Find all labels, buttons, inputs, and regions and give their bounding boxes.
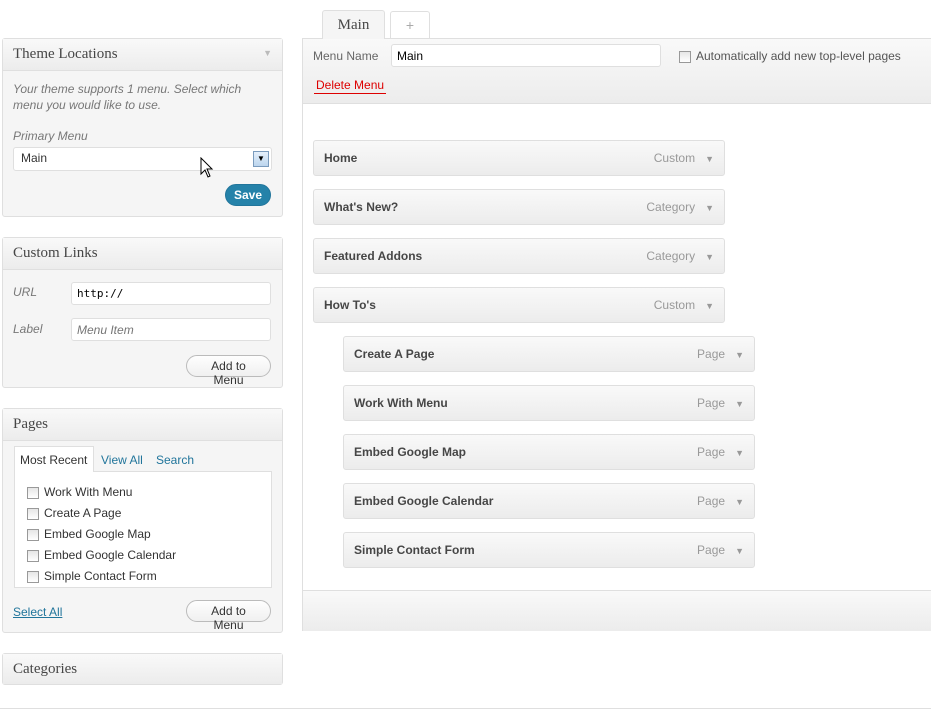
auto-add-label: Automatically add new top-level pages	[696, 49, 901, 63]
menu-item-type: Page	[697, 347, 726, 361]
menu-item-title: Embed Google Calendar	[354, 494, 494, 508]
expand-arrow-icon[interactable]: ▼	[705, 154, 714, 164]
menu-item-title: Work With Menu	[354, 396, 448, 410]
box-title: Categories	[13, 661, 78, 677]
categories-header[interactable]: Categories	[3, 654, 282, 684]
theme-description: Your theme supports 1 menu. Select which…	[13, 82, 242, 112]
menu-header: Menu Name Automatically add new top-leve…	[303, 39, 931, 104]
page-list-item[interactable]: Create A Page	[27, 503, 259, 524]
expand-arrow-icon[interactable]: ▼	[735, 399, 744, 409]
menu-item[interactable]: How To's Custom ▼	[313, 287, 725, 323]
menu-item[interactable]: Embed Google Calendar Page ▼	[343, 483, 755, 519]
label-label: Label	[13, 322, 43, 336]
categories-box[interactable]: Categories	[2, 653, 283, 685]
url-input[interactable]	[71, 282, 271, 305]
menu-item[interactable]: Create A Page Page ▼	[343, 336, 755, 372]
checkbox[interactable]	[27, 549, 39, 562]
box-title: Theme Locations	[13, 46, 118, 62]
menu-name-label: Menu Name	[313, 49, 379, 63]
menu-footer	[303, 590, 931, 631]
menu-item[interactable]: Simple Contact Form Page ▼	[343, 532, 755, 568]
checkbox[interactable]	[27, 528, 39, 541]
expand-arrow-icon[interactable]: ▼	[735, 546, 744, 556]
menu-item[interactable]: Featured Addons Category ▼	[313, 238, 725, 274]
menu-item-title: Simple Contact Form	[354, 543, 475, 557]
menu-item-type: Category	[646, 200, 696, 214]
mouse-cursor-icon	[200, 157, 214, 178]
page-title: Simple Contact Form	[44, 569, 157, 583]
menu-item-title: Create A Page	[354, 347, 435, 361]
menu-item[interactable]: Home Custom ▼	[313, 140, 725, 176]
expand-arrow-icon[interactable]: ▼	[705, 252, 714, 262]
page-list-item[interactable]: Embed Google Calendar	[27, 545, 259, 566]
tab-view-all[interactable]: View All	[101, 453, 143, 467]
primary-menu-select[interactable]: Main ▼	[13, 147, 272, 171]
theme-locations-box: Theme Locations ▼ Your theme supports 1 m…	[2, 38, 283, 217]
page-list-item[interactable]: Work With Menu	[27, 482, 259, 503]
menu-item-type: Page	[697, 543, 726, 557]
checkbox[interactable]	[27, 486, 39, 499]
menu-item[interactable]: Embed Google Map Page ▼	[343, 434, 755, 470]
page-list-item[interactable]: Embed Google Map	[27, 524, 259, 545]
menu-name-input[interactable]	[391, 44, 661, 67]
expand-arrow-icon[interactable]: ▼	[705, 301, 714, 311]
checkbox[interactable]	[679, 50, 691, 63]
select-all-link[interactable]: Select All	[13, 605, 62, 619]
label-input[interactable]	[71, 318, 271, 341]
tab-add-menu[interactable]: +	[390, 11, 430, 38]
toggle-arrow-icon[interactable]: ▼	[263, 48, 272, 58]
pages-list: Work With Menu Create A Page Embed Google …	[14, 471, 272, 588]
page-title: Embed Google Map	[44, 527, 151, 541]
menu-item-type: Custom	[653, 151, 696, 165]
auto-add-checkbox[interactable]: Automatically add new top-level pages	[679, 49, 901, 63]
theme-locations-header[interactable]: Theme Locations ▼	[3, 39, 282, 71]
menu-item[interactable]: What's New? Category ▼	[313, 189, 725, 225]
tab-search[interactable]: Search	[156, 453, 194, 467]
expand-arrow-icon[interactable]: ▼	[705, 203, 714, 213]
url-label: URL	[13, 285, 38, 299]
pages-header[interactable]: Pages	[3, 409, 282, 441]
add-custom-link-button[interactable]: Add to Menu	[186, 355, 271, 387]
page-title: Create A Page	[44, 506, 122, 520]
custom-links-box: Custom Links URL Label Add to Menu	[2, 237, 283, 388]
delete-menu-link[interactable]: Delete Menu	[314, 78, 387, 94]
expand-arrow-icon[interactable]: ▼	[735, 497, 744, 507]
page-list-item[interactable]: Simple Contact Form	[27, 566, 259, 587]
menu-edit-panel: Menu Name Automatically add new top-leve…	[302, 38, 931, 631]
menu-item-type: Page	[697, 396, 726, 410]
add-pages-button[interactable]: Add to Menu	[186, 600, 271, 632]
page-title: Embed Google Calendar	[44, 548, 177, 562]
page-title: Work With Menu	[44, 485, 133, 499]
box-title: Custom Links	[13, 245, 98, 261]
expand-arrow-icon[interactable]: ▼	[735, 448, 744, 458]
menu-item-title: Featured Addons	[324, 249, 423, 263]
menu-item-type: Page	[697, 445, 726, 459]
menu-item-title: What's New?	[324, 200, 399, 214]
pages-box: Pages Most Recent View All Search Work W…	[2, 408, 283, 633]
checkbox[interactable]	[27, 507, 39, 520]
expand-arrow-icon[interactable]: ▼	[735, 350, 744, 360]
menu-item-title: Home	[324, 151, 358, 165]
menu-item-title: Embed Google Map	[354, 445, 467, 459]
menu-item-type: Custom	[653, 298, 696, 312]
save-button[interactable]: Save	[225, 184, 271, 206]
menu-item-type: Category	[646, 249, 696, 263]
tab-menu-main[interactable]: Main	[322, 10, 385, 39]
checkbox[interactable]	[27, 570, 39, 583]
tab-most-recent[interactable]: Most Recent	[14, 446, 94, 472]
select-value: Main	[21, 151, 48, 165]
menu-item[interactable]: Work With Menu Page ▼	[343, 385, 755, 421]
chevron-down-icon[interactable]: ▼	[253, 151, 269, 167]
menu-item-type: Page	[697, 494, 726, 508]
primary-menu-label: Primary Menu	[13, 129, 88, 143]
box-title: Pages	[13, 416, 48, 432]
divider	[0, 708, 931, 709]
menu-item-title: How To's	[324, 298, 376, 312]
custom-links-header[interactable]: Custom Links	[3, 238, 282, 270]
